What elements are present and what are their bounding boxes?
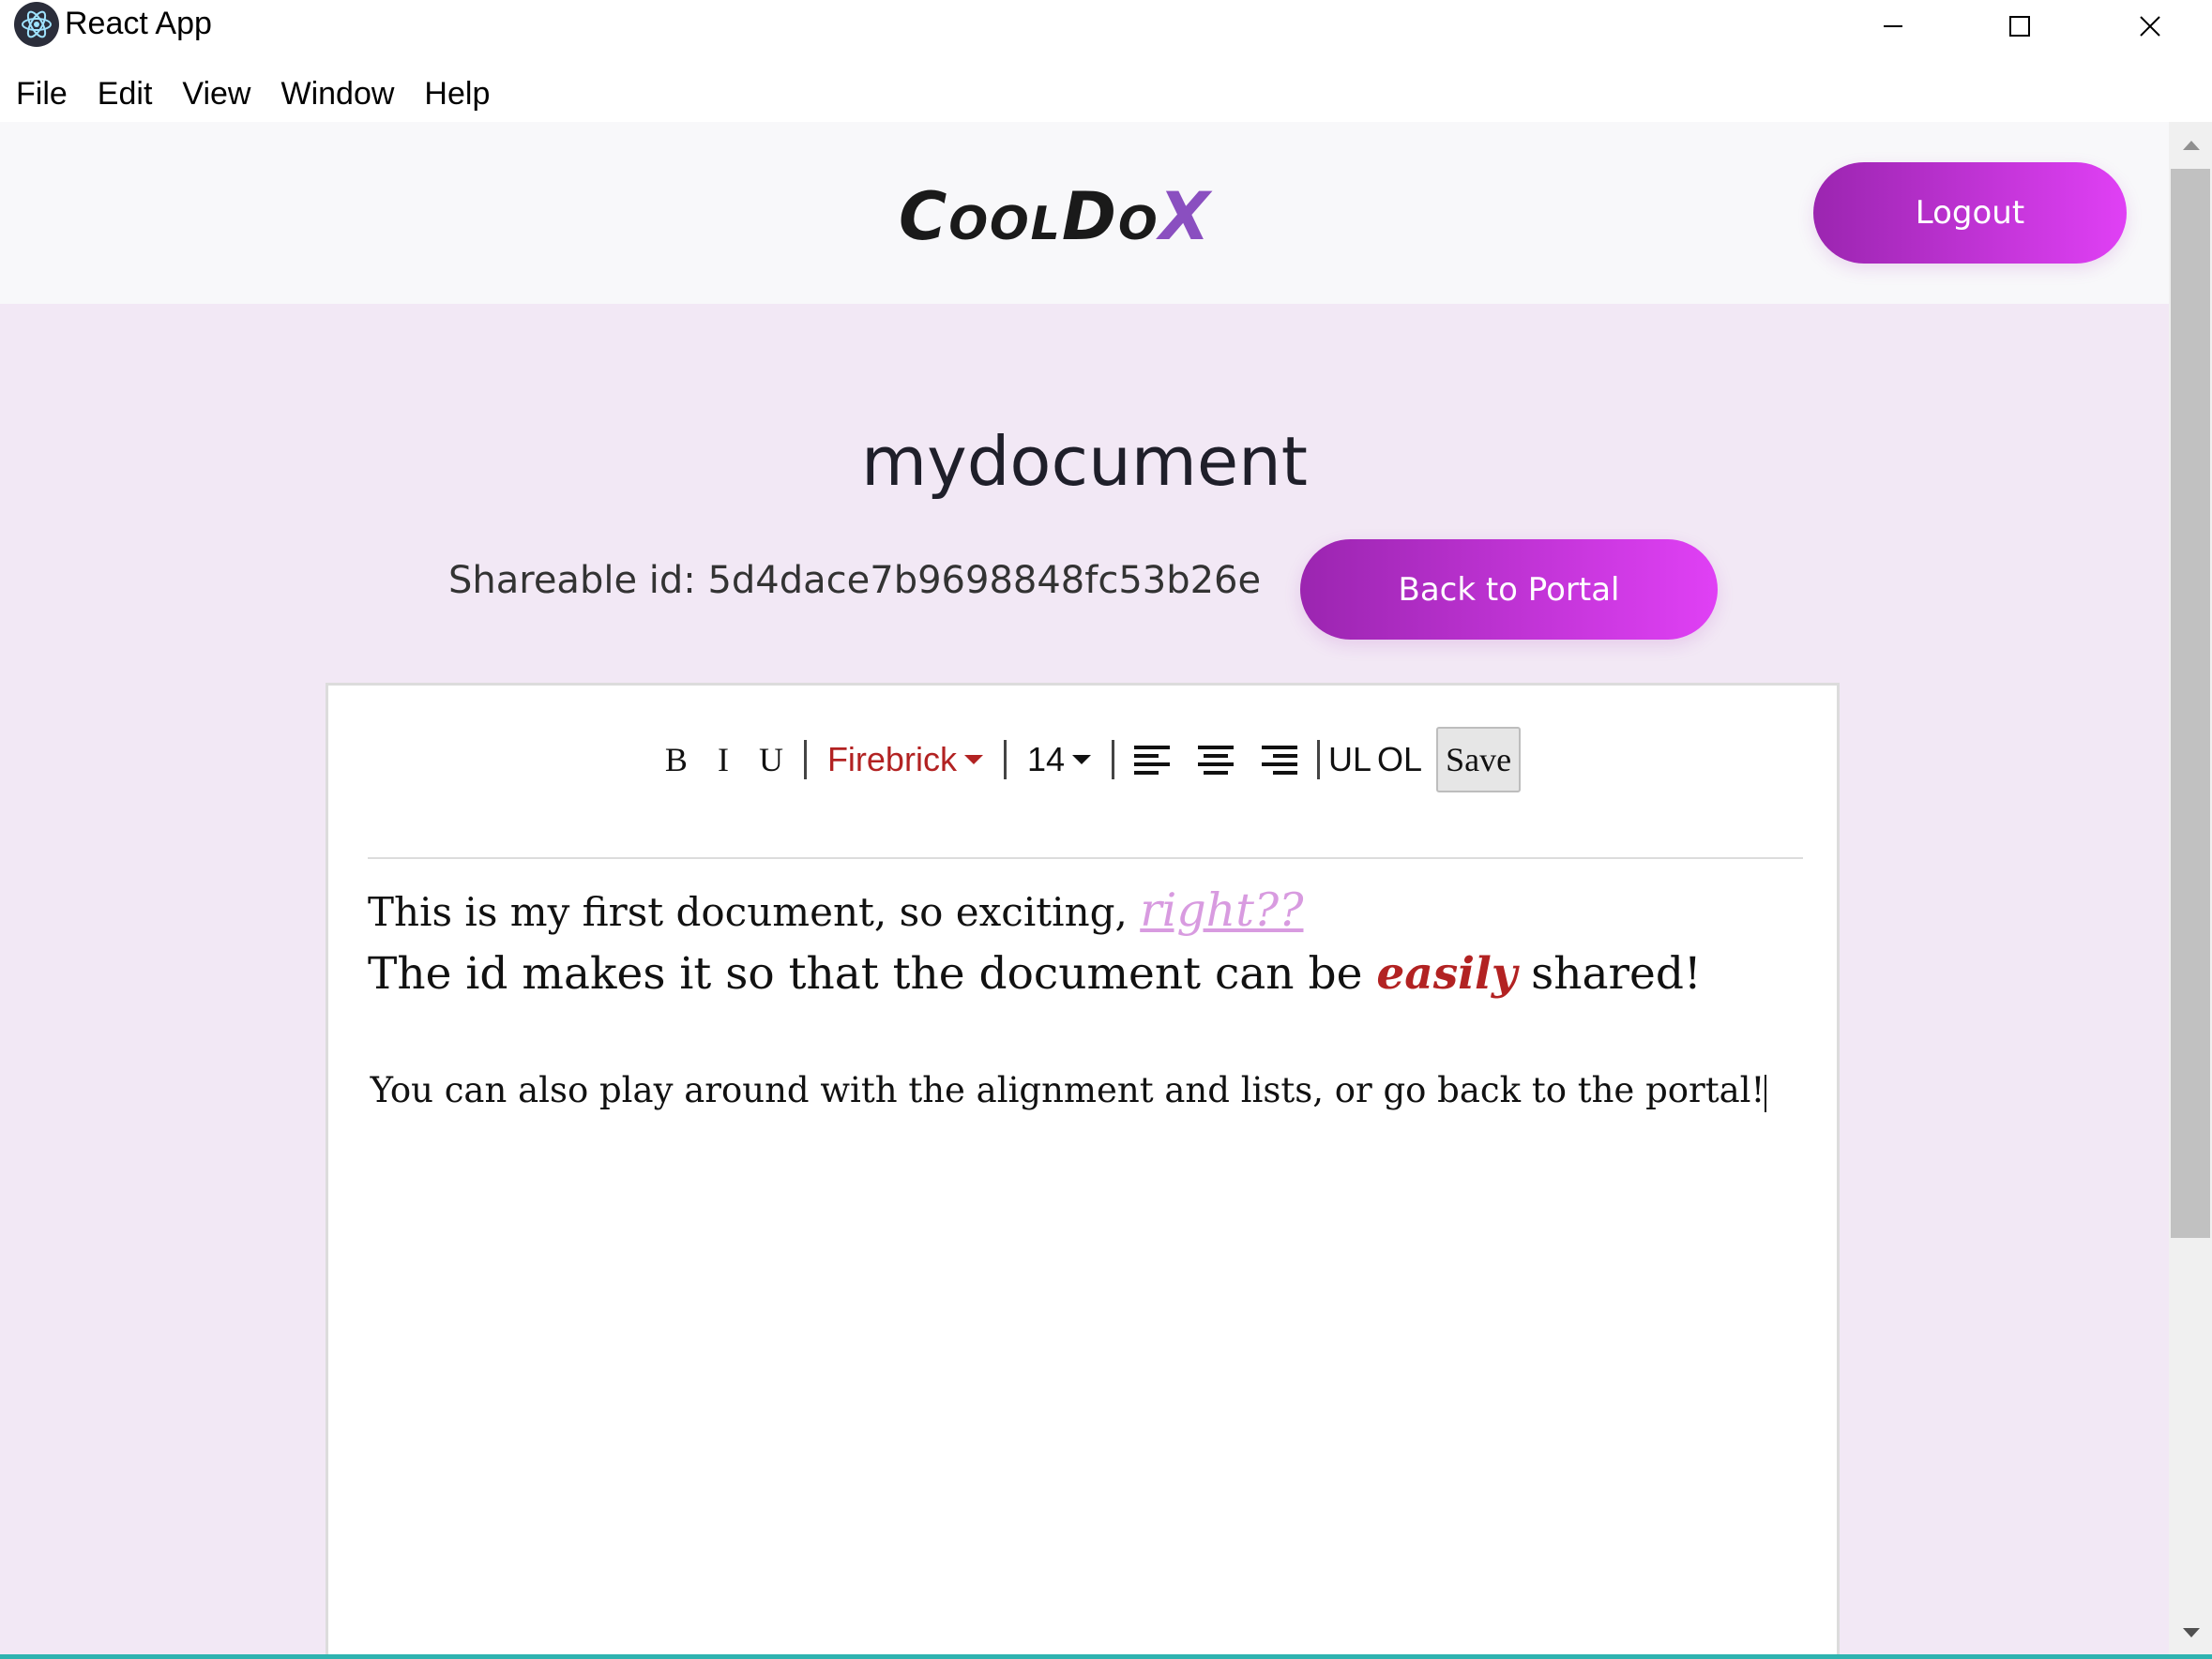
- bold-button[interactable]: B: [650, 740, 703, 779]
- line1-accent-text: right??: [1140, 883, 1304, 937]
- align-right-icon: [1262, 746, 1297, 775]
- shareable-id: Shareable id: 5d4dace7b9698848fc53b26e: [448, 559, 1262, 602]
- content-line-2: The id makes it so that the document can…: [368, 941, 1803, 1008]
- font-size-value: 14: [1026, 740, 1065, 778]
- site-header: CoolDo X Logout: [0, 122, 2169, 304]
- line2-pre: The id makes it so that the document can…: [368, 948, 1377, 1000]
- toolbar-divider: [1112, 740, 1114, 779]
- unordered-list-button[interactable]: UL: [1326, 740, 1374, 779]
- menu-edit[interactable]: Edit: [83, 76, 168, 113]
- scroll-up-arrow-icon[interactable]: [2183, 141, 2200, 150]
- close-icon: [2140, 16, 2160, 37]
- cooldox-logo[interactable]: CoolDo X: [899, 178, 1212, 255]
- document-title: mydocument: [0, 422, 2169, 501]
- editor-toolbar: B I U Firebrick 14 UL OL Save: [328, 727, 1842, 792]
- editor-divider: [368, 857, 1803, 859]
- font-color-value: Firebrick: [826, 740, 957, 778]
- ordered-list-button[interactable]: OL: [1374, 740, 1425, 779]
- save-button[interactable]: Save: [1436, 727, 1522, 792]
- line2-post: shared!: [1517, 948, 1702, 1000]
- maximize-button[interactable]: [1954, 0, 2085, 53]
- font-color-dropdown[interactable]: Firebrick: [812, 740, 998, 779]
- editor-panel: B I U Firebrick 14 UL OL Save This is my…: [326, 683, 1840, 1659]
- menu-view[interactable]: View: [167, 76, 265, 113]
- underline-button[interactable]: U: [744, 740, 798, 779]
- menu-bar: File Edit View Window Help: [0, 66, 505, 122]
- line3-text: You can also play around with the alignm…: [370, 1070, 1765, 1110]
- logout-button[interactable]: Logout: [1813, 162, 2127, 264]
- window-title: React App: [65, 6, 212, 41]
- chevron-down-icon: [1072, 755, 1091, 764]
- window-bottom-border: [0, 1654, 2212, 1659]
- close-button[interactable]: [2084, 0, 2212, 53]
- back-to-portal-button[interactable]: Back to Portal: [1300, 539, 1718, 640]
- menu-help[interactable]: Help: [409, 76, 505, 113]
- electron-app-icon: [14, 2, 59, 47]
- logo-x: X: [1159, 178, 1212, 255]
- minimize-button[interactable]: [1827, 0, 1959, 53]
- content-line-3: You can also play around with the alignm…: [368, 1070, 1803, 1112]
- maximize-icon: [2009, 16, 2030, 37]
- align-center-button[interactable]: [1184, 744, 1248, 776]
- toolbar-divider: [1317, 740, 1320, 779]
- align-right-button[interactable]: [1248, 744, 1311, 776]
- vertical-scrollbar[interactable]: [2169, 122, 2212, 1659]
- align-left-button[interactable]: [1120, 744, 1184, 776]
- logo-text: CoolDo: [899, 178, 1159, 255]
- toolbar-divider: [803, 740, 807, 779]
- chevron-down-icon: [963, 755, 983, 764]
- font-size-dropdown[interactable]: 14: [1012, 740, 1106, 779]
- minimize-icon: [1884, 25, 1902, 27]
- scroll-down-arrow-icon[interactable]: [2183, 1628, 2200, 1637]
- line2-emphasis: easily: [1376, 948, 1518, 1000]
- scrollbar-thumb[interactable]: [2171, 169, 2210, 1238]
- italic-button[interactable]: I: [703, 740, 744, 779]
- menu-file[interactable]: File: [0, 76, 83, 113]
- content-line-1: This is my first document, so exciting, …: [368, 882, 1803, 941]
- menu-window[interactable]: Window: [265, 76, 409, 113]
- title-bar: React App: [0, 0, 2212, 53]
- toolbar-divider: [1003, 740, 1007, 779]
- text-cursor: [1765, 1074, 1767, 1112]
- line1-text: This is my first document, so exciting,: [368, 889, 1141, 935]
- web-viewport: CoolDo X Logout mydocument Shareable id: …: [0, 122, 2169, 1659]
- document-title-text: mydocument: [860, 422, 1308, 501]
- align-center-icon: [1198, 746, 1234, 775]
- align-left-icon: [1134, 746, 1170, 775]
- editor-content[interactable]: This is my first document, so exciting, …: [368, 882, 1803, 1112]
